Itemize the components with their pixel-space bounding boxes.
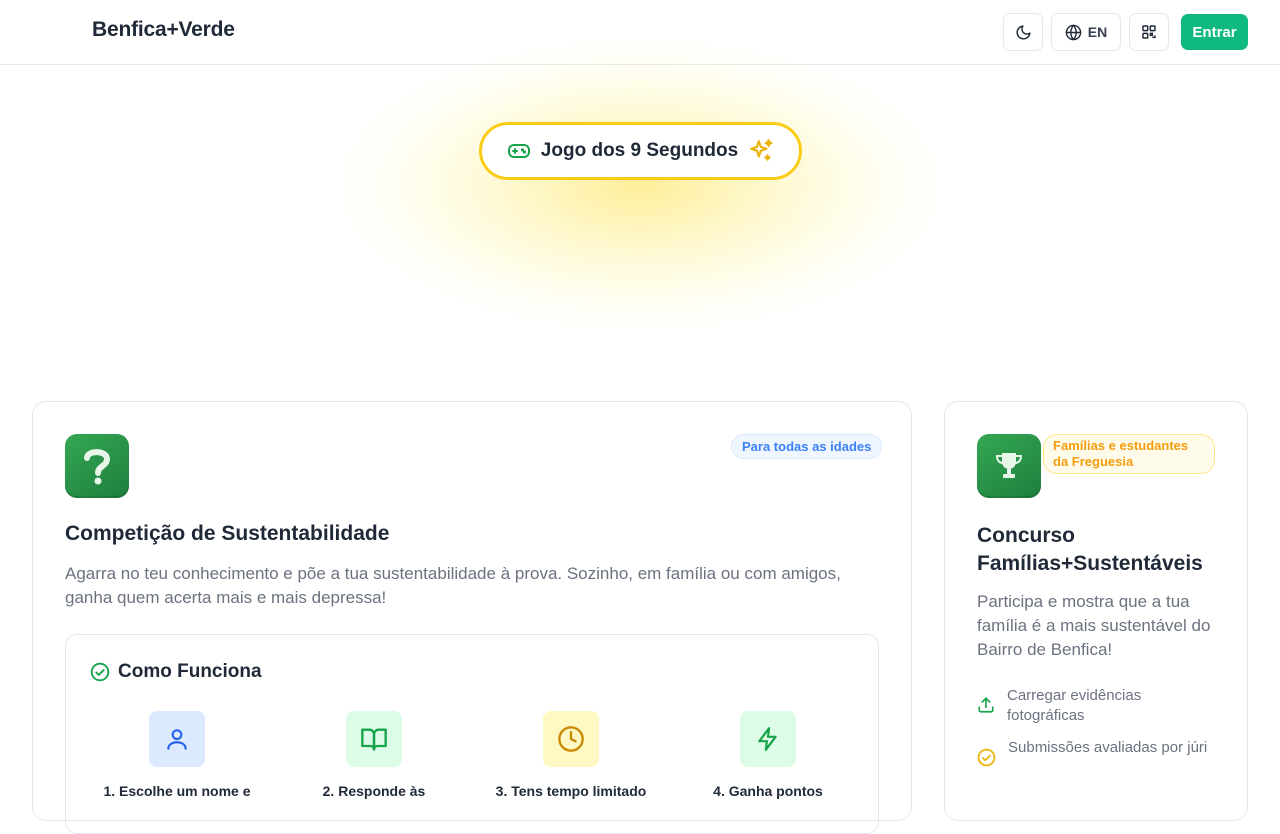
- sparkles-icon: [750, 139, 773, 161]
- how-it-works-heading: Como Funciona: [90, 661, 262, 683]
- clock-icon: [543, 711, 599, 767]
- step-2: 2. Responde às: [274, 711, 474, 801]
- check-circle-icon: [977, 748, 996, 767]
- step-4-label: 4. Ganha pontos: [713, 783, 823, 799]
- step-3: 3. Tens tempo limitado: [471, 711, 671, 801]
- contest-card: Famílias e estudantes da Freguesia Concu…: [944, 401, 1248, 821]
- age-badge: Para todas as idades: [731, 434, 883, 459]
- contest-title: Concurso Famílias+Sustentáveis: [977, 524, 1203, 575]
- audience-badge: Famílias e estudantes da Freguesia: [1043, 434, 1215, 474]
- contest-description: Participa e mostra que a tua família é a…: [977, 592, 1211, 659]
- trophy-icon: [977, 434, 1041, 498]
- competition-title: Competição de Sustentabilidade: [65, 522, 390, 545]
- nine-seconds-game-button[interactable]: Jogo dos 9 Segundos: [479, 122, 802, 180]
- feature-upload: Carregar evidências fotográficas: [977, 686, 1217, 726]
- check-circle-icon: [90, 662, 110, 682]
- qr-code-icon: [1142, 25, 1156, 39]
- user-icon: [149, 711, 205, 767]
- feature-jury: Submissões avaliadas por júri: [977, 738, 1217, 767]
- step-4: 4. Ganha pontos: [668, 711, 868, 801]
- gamepad-icon: [507, 144, 530, 158]
- globe-icon: [1065, 23, 1082, 41]
- qr-code-button[interactable]: [1129, 13, 1169, 51]
- step-3-label: 3. Tens tempo limitado: [495, 783, 647, 799]
- step-1-label: 1. Escolhe um nome e: [103, 783, 251, 799]
- brand-logo-text[interactable]: Benfica+Verde: [92, 18, 235, 42]
- book-open-icon: [346, 711, 402, 767]
- language-label: EN: [1087, 24, 1108, 40]
- feature-jury-label: Submissões avaliadas por júri: [1008, 739, 1208, 756]
- language-switch-button[interactable]: EN: [1051, 13, 1121, 51]
- login-button[interactable]: Entrar: [1181, 14, 1248, 50]
- lightning-icon: [740, 711, 796, 767]
- step-2-label: 2. Responde às: [322, 783, 426, 799]
- competition-description: Agarra no teu conhecimento e põe a tua s…: [65, 564, 841, 607]
- how-it-works-box: Como Funciona 1. Escolhe um nome e 2. Re…: [65, 634, 879, 834]
- question-mark-icon: [65, 434, 129, 498]
- hero-glow: [340, 40, 940, 330]
- how-it-works-label: Como Funciona: [118, 661, 262, 682]
- theme-toggle-button[interactable]: [1003, 13, 1043, 51]
- feature-upload-label: Carregar evidências fotográficas: [1007, 687, 1142, 724]
- moon-icon: [1016, 24, 1031, 39]
- upload-icon: [978, 697, 994, 713]
- competition-card: Para todas as idades Competição de Suste…: [32, 401, 912, 834]
- game-label: Jogo dos 9 Segundos: [540, 140, 739, 161]
- step-1: 1. Escolhe um nome e: [77, 711, 277, 801]
